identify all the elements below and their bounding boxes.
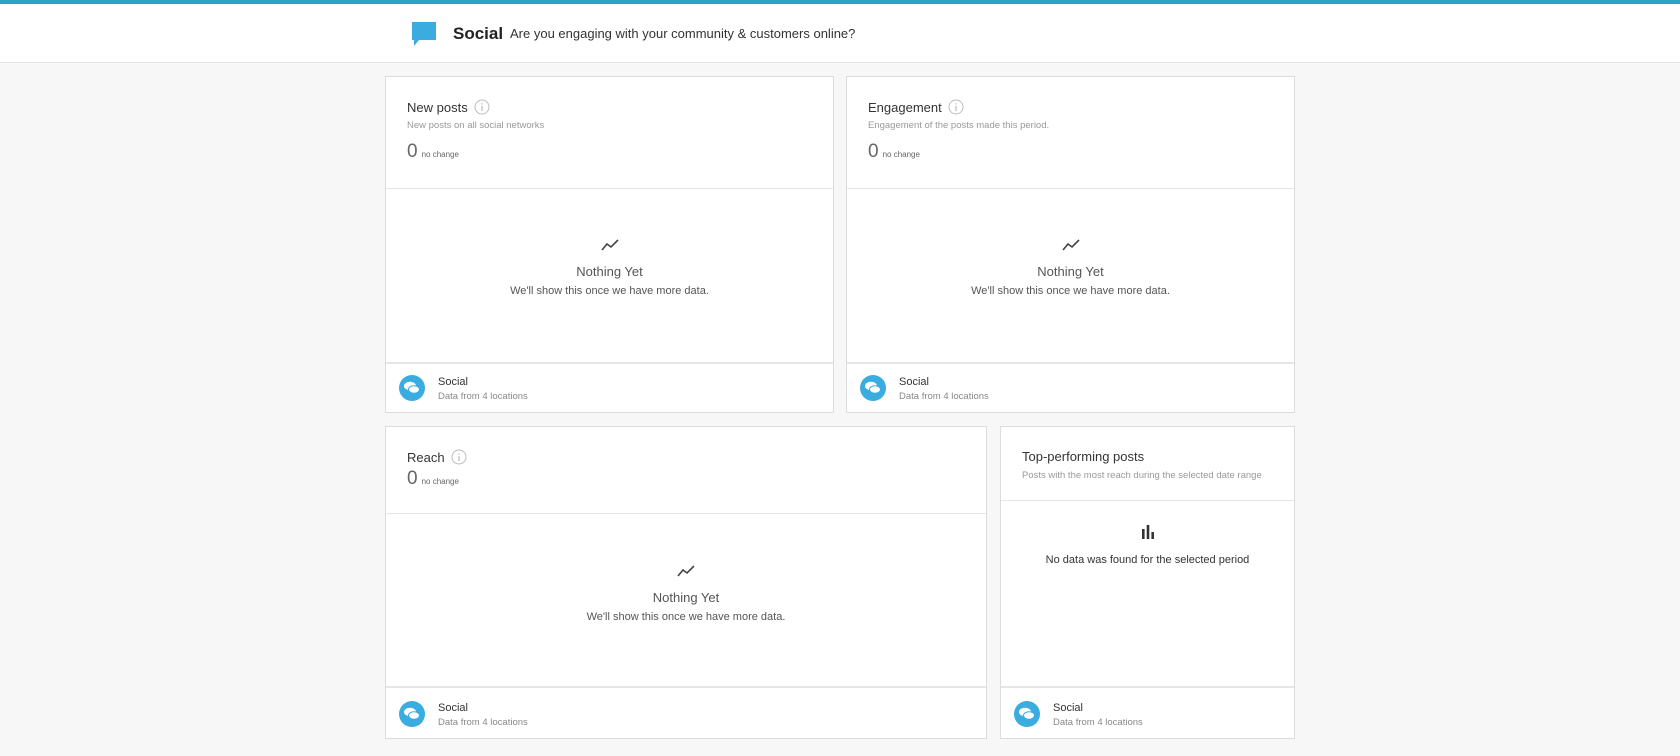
empty-state: Nothing Yet We'll show this once we have… (847, 238, 1294, 297)
source-subtitle: Data from 4 locations (1053, 717, 1143, 728)
reach-card: Reach 0 no change Nothing Yet We'll show… (385, 426, 987, 739)
social-source-icon (860, 375, 886, 401)
card-title: New posts (407, 99, 468, 115)
metric: 0 no change (407, 468, 459, 490)
empty-subtitle: We'll show this once we have more data. (971, 285, 1170, 297)
source-subtitle: Data from 4 locations (438, 717, 528, 728)
card-description: New posts on all social networks (407, 120, 545, 131)
empty-subtitle: We'll show this once we have more data. (510, 285, 709, 297)
social-source-icon (1014, 701, 1040, 727)
metric: 0 no change (868, 141, 920, 163)
source-name: Social (438, 702, 468, 714)
metric: 0 no change (407, 141, 459, 163)
empty-state: Nothing Yet We'll show this once we have… (386, 564, 986, 623)
metric-change: no change (882, 150, 920, 159)
metric-value: 0 (407, 141, 418, 162)
card-footer: Social Data from 4 locations (386, 686, 986, 738)
metric-change: no change (421, 150, 459, 159)
empty-state: No data was found for the selected perio… (1001, 524, 1294, 566)
card-footer: Social Data from 4 locations (1001, 686, 1294, 738)
card-header: Reach 0 no change (386, 427, 986, 514)
engagement-card: Engagement Engagement of the posts made … (846, 76, 1295, 413)
empty-state: Nothing Yet We'll show this once we have… (386, 238, 833, 297)
page-subtitle: Are you engaging with your community & c… (510, 26, 856, 41)
card-title: Top-performing posts (1022, 449, 1145, 464)
bar-chart-icon (1141, 525, 1154, 539)
speech-bubble-icon (412, 22, 436, 46)
trending-line-icon (677, 565, 695, 577)
page-title: Social (453, 24, 504, 43)
card-header: Top-performing posts Posts with the most… (1001, 427, 1294, 501)
page-header: Social Are you engaging with your commun… (0, 4, 1680, 63)
card-footer: Social Data from 4 locations (847, 362, 1294, 412)
top-posts-card: Top-performing posts Posts with the most… (1000, 426, 1295, 739)
no-data-message: No data was found for the selected perio… (1045, 554, 1250, 566)
trending-line-icon (1061, 239, 1080, 251)
social-source-icon (399, 375, 425, 401)
new-posts-card: New posts New posts on all social networ… (385, 76, 834, 413)
metric-value: 0 (407, 468, 418, 489)
empty-title: Nothing Yet (1037, 264, 1104, 279)
source-name: Social (438, 376, 468, 388)
card-footer: Social Data from 4 locations (386, 362, 833, 412)
card-header: New posts New posts on all social networ… (386, 77, 833, 189)
info-icon[interactable] (474, 99, 490, 115)
card-title: Engagement (868, 99, 942, 115)
card-title: Reach (407, 449, 445, 465)
metric-value: 0 (868, 141, 879, 162)
empty-title: Nothing Yet (652, 590, 720, 605)
card-description: Posts with the most reach during the sel… (1022, 470, 1262, 481)
metric-change: no change (421, 477, 459, 486)
info-icon[interactable] (451, 449, 467, 465)
source-subtitle: Data from 4 locations (438, 391, 528, 402)
info-icon[interactable] (948, 99, 964, 115)
trending-line-icon (600, 239, 619, 251)
empty-subtitle: We'll show this once we have more data. (586, 611, 786, 623)
card-description: Engagement of the posts made this period… (868, 120, 1050, 131)
source-name: Social (899, 376, 929, 388)
source-subtitle: Data from 4 locations (899, 391, 989, 402)
empty-title: Nothing Yet (576, 264, 643, 279)
source-name: Social (1053, 702, 1083, 714)
social-source-icon (399, 701, 425, 727)
card-header: Engagement Engagement of the posts made … (847, 77, 1294, 189)
